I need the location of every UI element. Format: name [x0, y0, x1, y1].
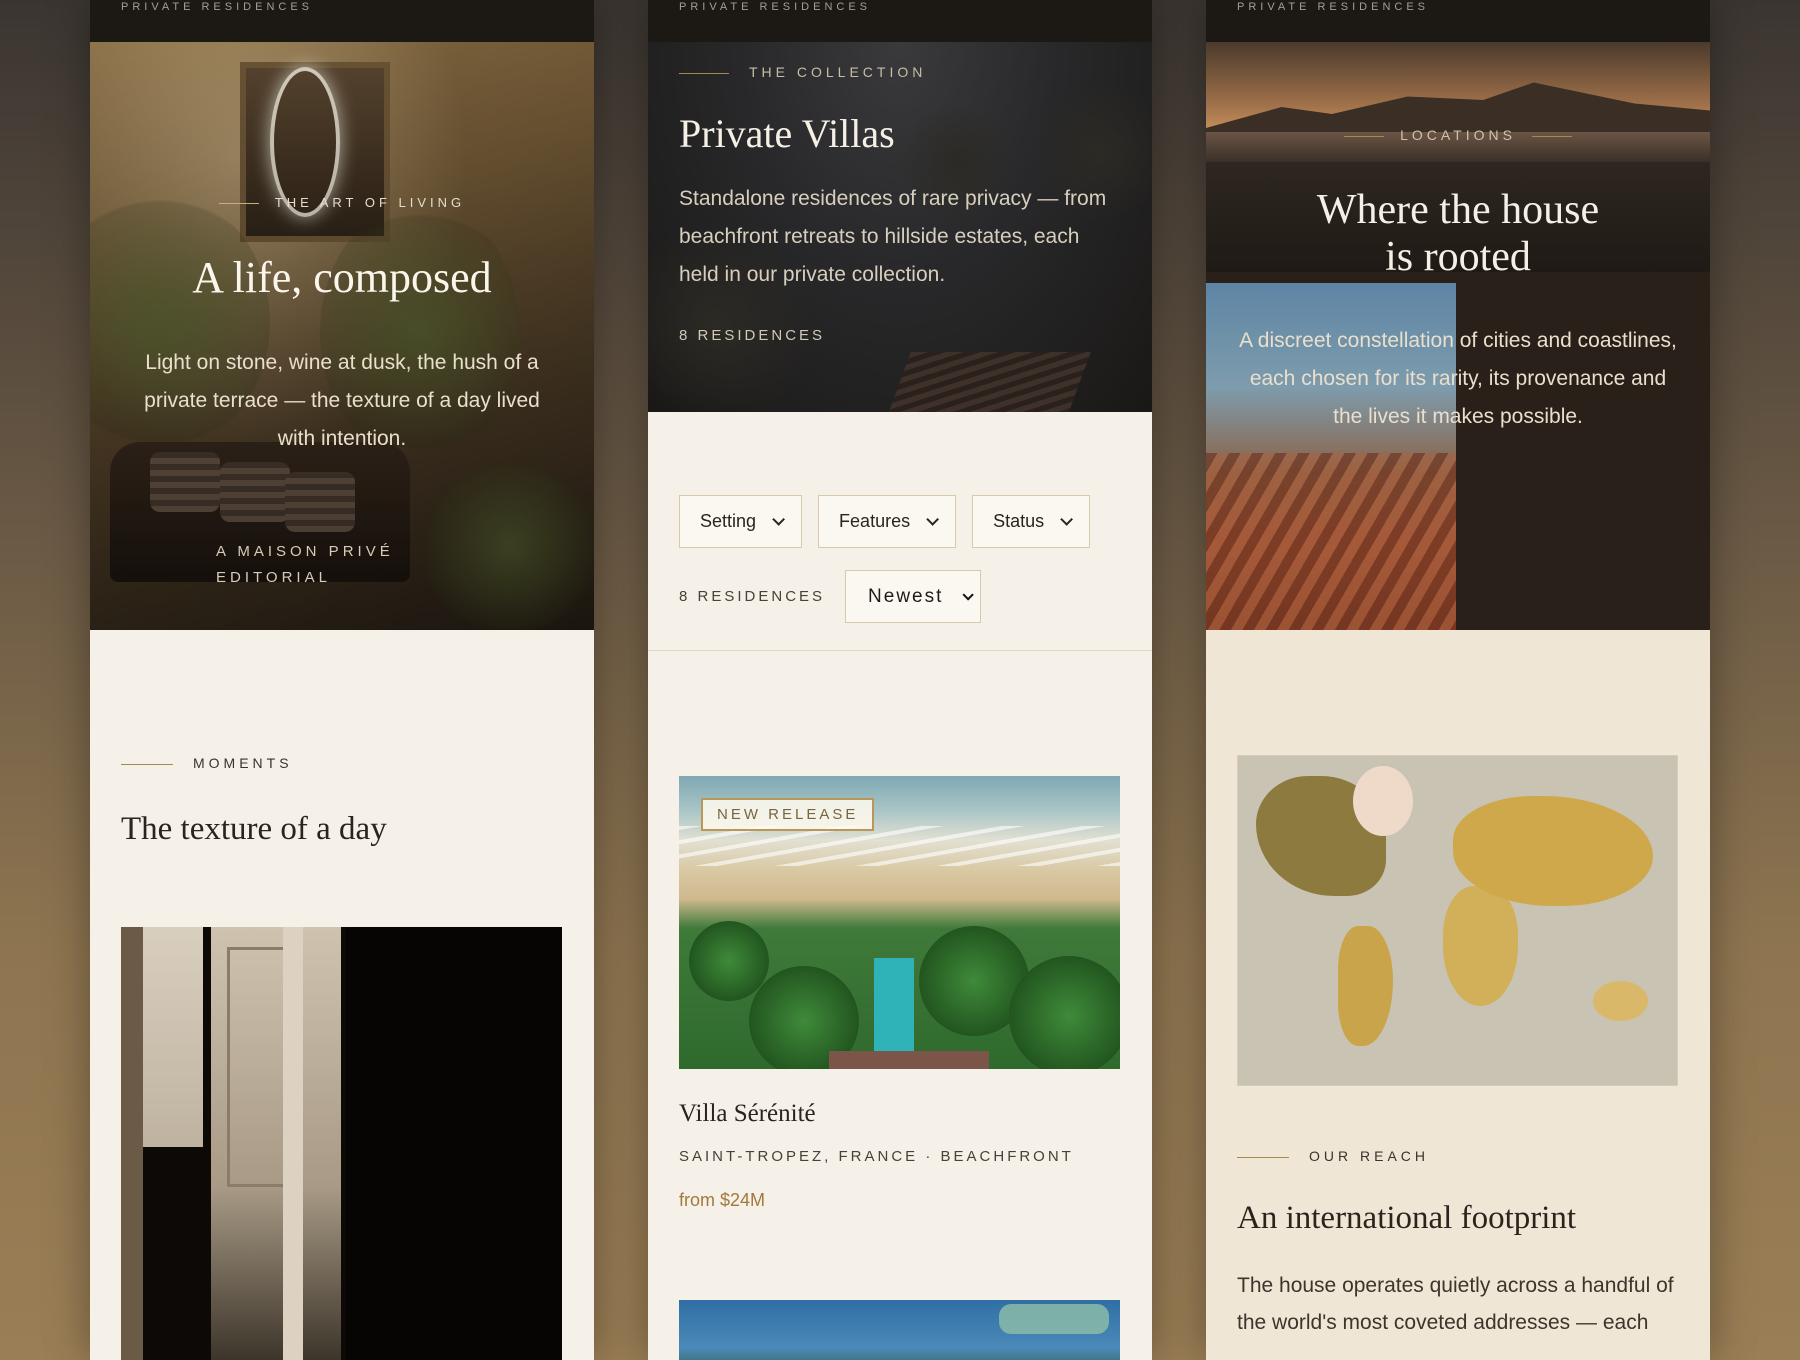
brand-wordmark[interactable]: PRIVATE RESIDENCES — [1237, 1, 1429, 13]
hero-lede: Standalone residences of rare privacy — … — [679, 187, 1107, 286]
chevron-down-icon — [926, 513, 940, 526]
listing-price: from $24M — [679, 1190, 766, 1210]
chevron-down-icon — [1060, 513, 1074, 526]
photo-detail-deck — [829, 1051, 989, 1069]
map-greenland — [1353, 766, 1413, 836]
screen-locations: PRIVATE RESIDENCES LOCATIONS Where the h… — [1206, 0, 1710, 1360]
photo-detail — [121, 927, 143, 1360]
photo-detail — [211, 927, 341, 1360]
top-bar: PRIVATE RESIDENCES — [90, 0, 594, 42]
photo-detail — [346, 927, 562, 1360]
world-map-image[interactable] — [1237, 755, 1678, 1086]
hero-photo-roof — [885, 352, 1091, 412]
hero-title: Where the house is rooted — [1206, 187, 1710, 281]
top-bar: PRIVATE RESIDENCES — [1206, 0, 1710, 42]
brand-wordmark[interactable]: PRIVATE RESIDENCES — [121, 1, 313, 13]
hero-residence-count: 8 RESIDENCES — [679, 327, 826, 344]
hero-title-line: is rooted — [1385, 234, 1531, 280]
sort-select[interactable]: Newest — [845, 570, 982, 623]
filter-label: Setting — [700, 511, 757, 531]
hero-collection: THE COLLECTION Private Villas Standalone… — [648, 42, 1152, 412]
filter-label: Features — [839, 511, 911, 531]
screen-art-of-living: PRIVATE RESIDENCES THE ART OF LIVING A l… — [90, 0, 594, 1360]
hero-lede: Light on stone, wine at dusk, the hush o… — [144, 351, 540, 450]
moment-photo-doorway[interactable] — [121, 927, 562, 1360]
filter-features-dropdown[interactable]: Features — [818, 495, 957, 548]
filter-setting-dropdown[interactable]: Setting — [679, 495, 803, 548]
photo-detail — [283, 927, 303, 1360]
divider — [648, 650, 1152, 651]
hero-title: Private Villas — [679, 111, 895, 156]
filter-status-dropdown[interactable]: Status — [972, 495, 1091, 548]
results-count: 8 RESIDENCES — [679, 588, 826, 605]
listing-title[interactable]: Villa Sérénité — [679, 1100, 816, 1128]
hero-title-line: Where the house — [1316, 187, 1600, 233]
listing-photo-2[interactable] — [679, 1300, 1120, 1360]
photo-detail-tree — [689, 921, 769, 1001]
reach-section: OUR REACH An international footprint The… — [1237, 1148, 1679, 1341]
new-release-badge: NEW RELEASE — [701, 798, 875, 831]
map-eurasia — [1453, 796, 1653, 906]
top-bar: PRIVATE RESIDENCES — [648, 0, 1152, 42]
hero-title: A life, composed — [192, 253, 492, 302]
hero-art-of-living: THE ART OF LIVING A life, composed Light… — [90, 42, 594, 630]
hero-eyebrow: THE ART OF LIVING — [90, 195, 594, 210]
chevron-down-icon — [772, 513, 786, 526]
hero-eyebrow: LOCATIONS — [1206, 127, 1710, 143]
section-kicker: MOMENTS — [121, 755, 387, 771]
photo-detail-tree — [1009, 956, 1120, 1069]
section-body: The house operates quietly across a hand… — [1237, 1274, 1674, 1334]
section-title: The texture of a day — [121, 811, 387, 847]
map-africa — [1443, 886, 1518, 1006]
listing-location: SAINT-TROPEZ, FRANCE · BEACHFRONT — [679, 1148, 1074, 1165]
hero-lede: A discreet constellation of cities and c… — [1239, 329, 1677, 428]
moments-section: MOMENTS The texture of a day — [121, 755, 387, 848]
filter-label: Status — [993, 511, 1045, 531]
sort-row: 8 RESIDENCES Newest — [679, 570, 982, 623]
hero-locations: LOCATIONS Where the house is rooted A di… — [1206, 42, 1710, 630]
hero-eyebrow: THE COLLECTION — [679, 64, 926, 80]
map-australia — [1593, 981, 1648, 1021]
sort-value: Newest — [868, 585, 944, 607]
screen-private-villas: PRIVATE RESIDENCES THE COLLECTION Privat… — [648, 0, 1152, 1360]
filter-bar: Setting Features Status — [679, 495, 1091, 548]
photo-detail-pool — [874, 958, 914, 1058]
chevron-down-icon — [962, 588, 974, 601]
section-kicker: OUR REACH — [1237, 1148, 1679, 1164]
photo-detail — [143, 927, 203, 1147]
photo-detail-surf — [679, 826, 1120, 866]
map-south-america — [1338, 926, 1393, 1046]
photo-detail-cloud — [999, 1304, 1109, 1334]
hero-credit: A MAISON PRIVÉ EDITORIAL — [216, 543, 394, 586]
section-title: An international footprint — [1237, 1200, 1577, 1236]
listing-photo[interactable]: NEW RELEASE — [679, 776, 1120, 1069]
brand-wordmark[interactable]: PRIVATE RESIDENCES — [679, 1, 871, 13]
